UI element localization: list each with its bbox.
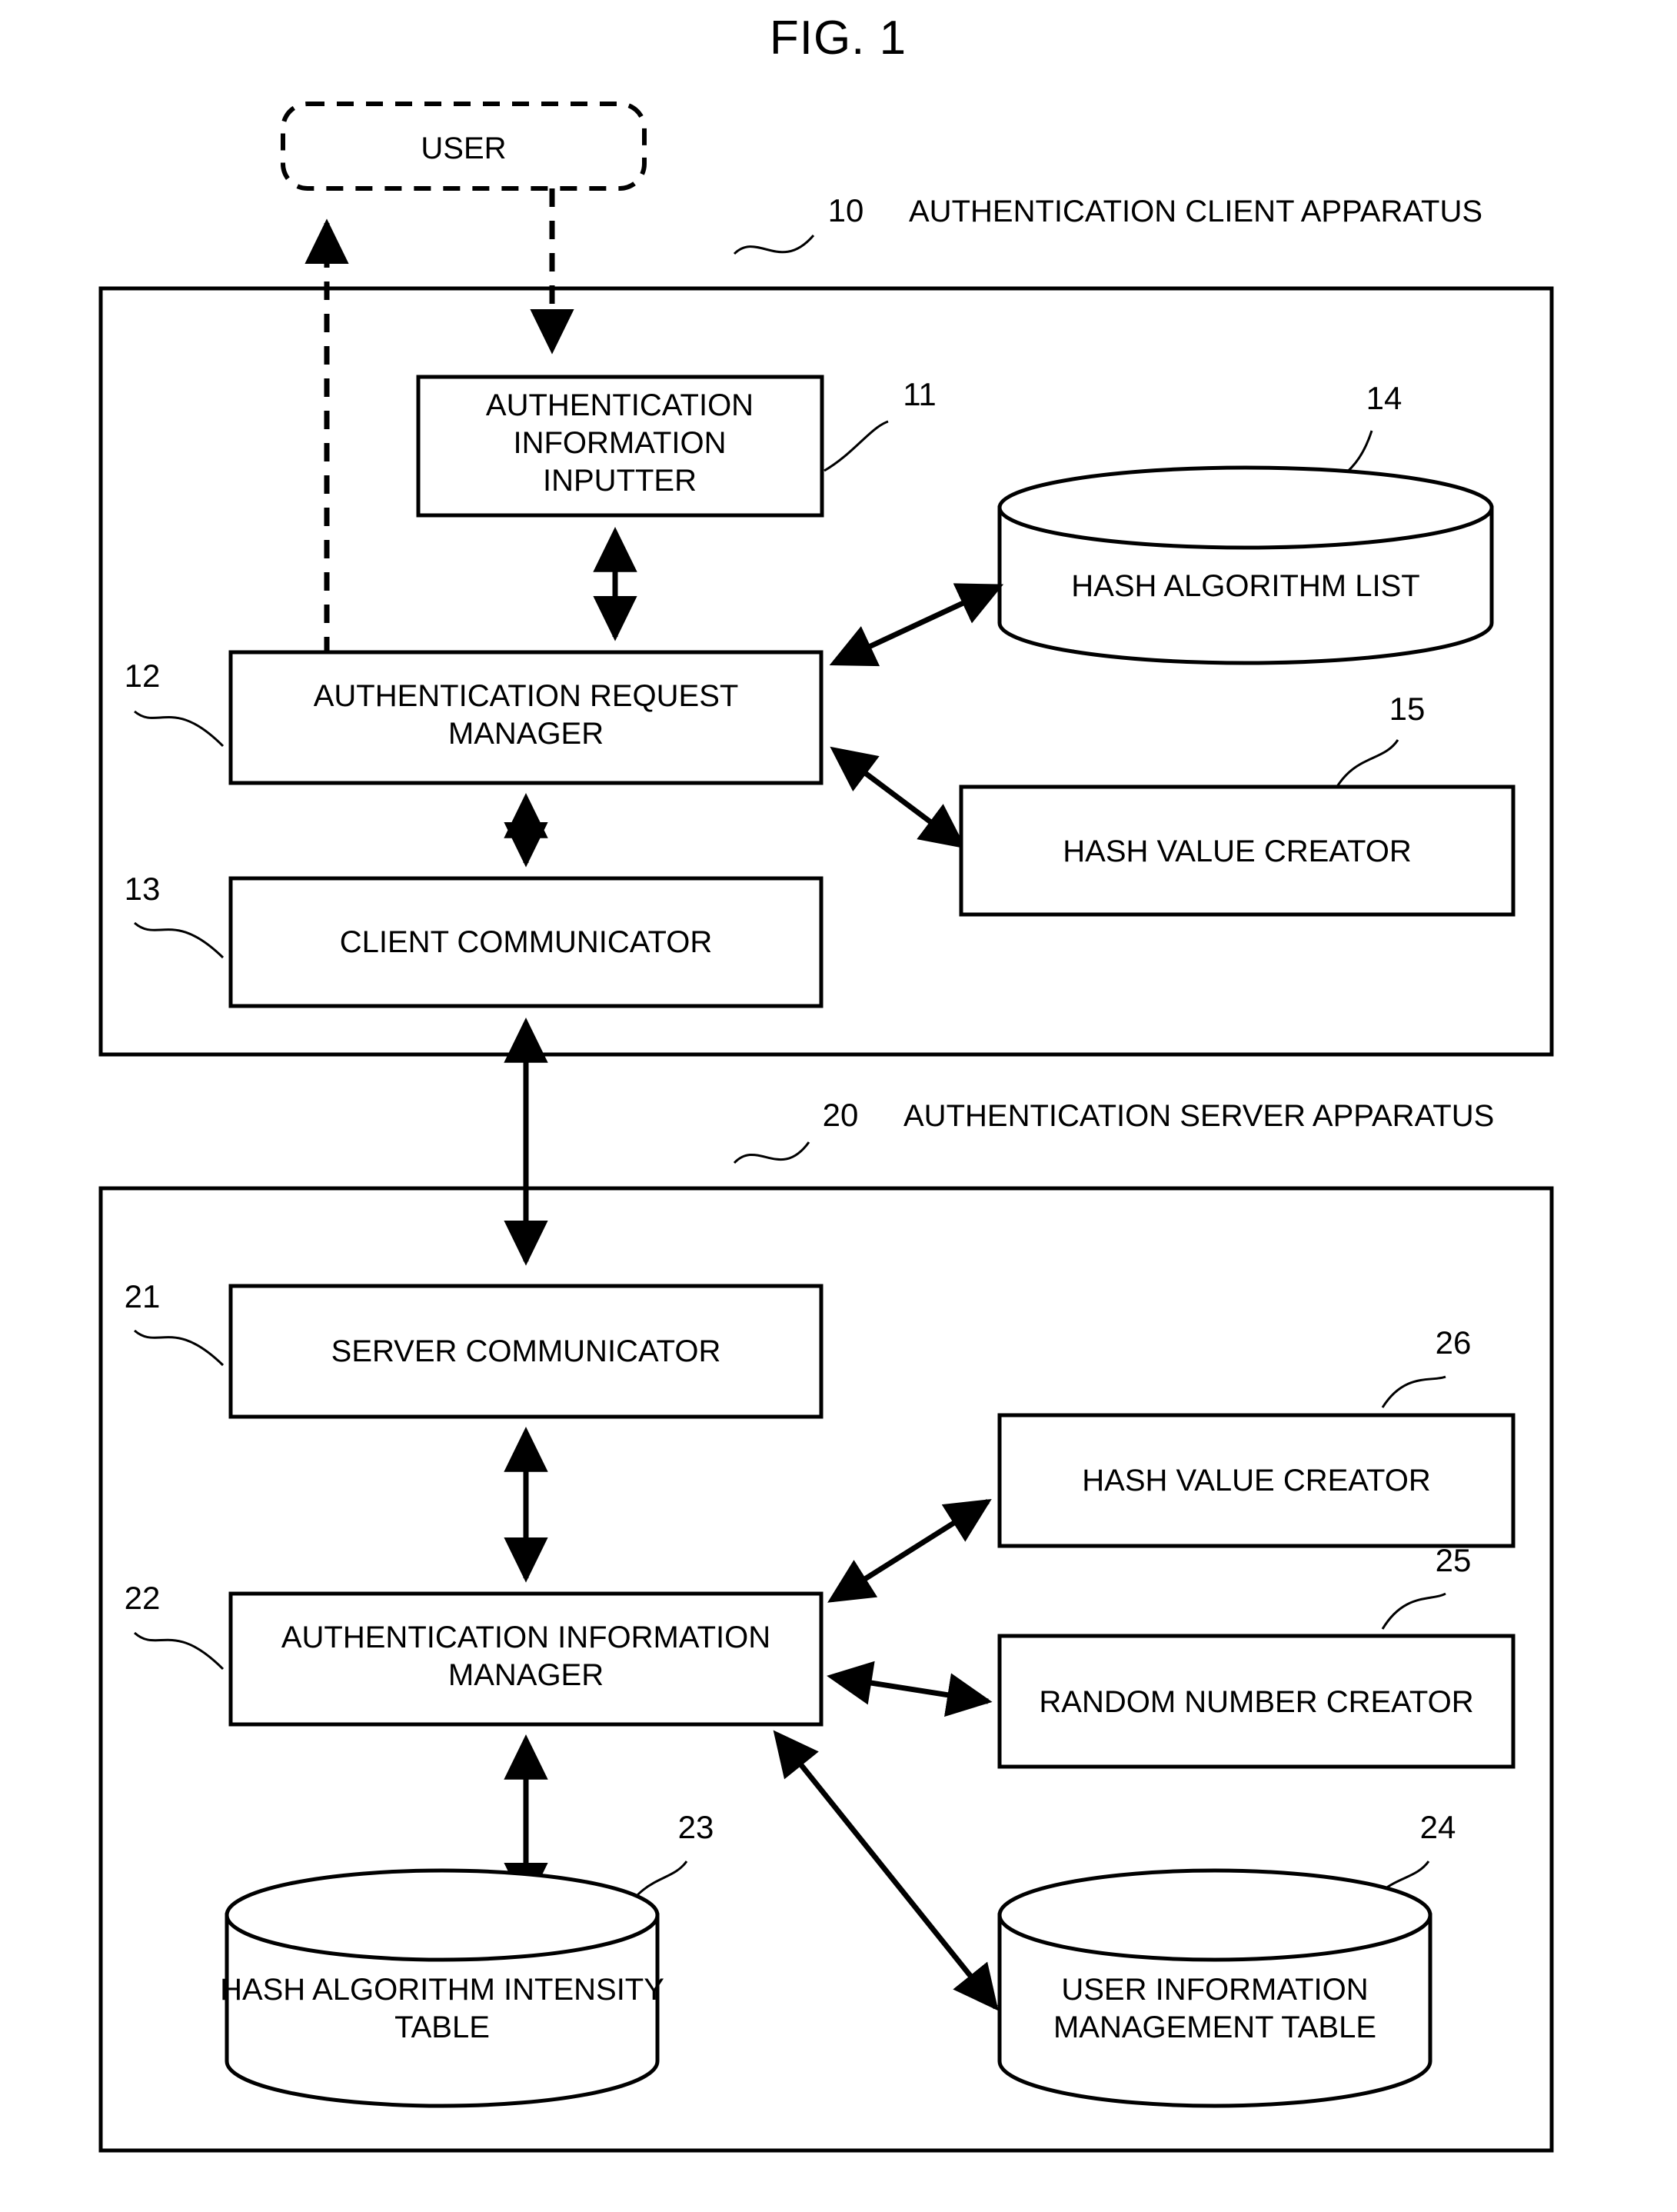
cylinder-hash-algorithm-list: HASH ALGORITHM LIST <box>997 465 1494 665</box>
connector-auth-info-manager-user-information-management-table <box>773 1730 999 2011</box>
figure-title: FIG. 1 <box>770 12 907 65</box>
inputter-leader-line <box>824 420 889 472</box>
connector-manager-hash-value-creator <box>830 746 967 849</box>
client-communicator-leader-line <box>134 921 225 959</box>
authentication-information-manager-label-line1: AUTHENTICATION INFORMATION <box>281 1621 770 1654</box>
hash-algorithm-intensity-table-label-line1: HASH ALGORITHM INTENSITY <box>220 1973 664 2007</box>
server-hash-value-creator-label: HASH VALUE CREATOR <box>1082 1464 1430 1497</box>
inputter-ref: 11 <box>903 376 937 412</box>
authentication-request-manager-label-line1: AUTHENTICATION REQUEST <box>314 679 739 713</box>
hash-algorithm-intensity-table-ref: 23 <box>678 1809 714 1845</box>
authentication-request-manager-label-line2: MANAGER <box>448 717 604 751</box>
server-apparatus-leader-line <box>733 1141 810 1164</box>
user-information-management-table-ref: 24 <box>1420 1809 1456 1845</box>
user-information-management-table-label-line2: MANAGEMENT TABLE <box>1053 2010 1376 2044</box>
server-hash-value-creator-leader-line <box>1381 1375 1446 1408</box>
patent-figure-diagram: FIG. 1 USER 10 AUTHENTICATION CLIENT APP… <box>98 12 1554 2153</box>
hash-algorithm-list-ref: 14 <box>1366 380 1402 416</box>
user-information-management-table-label-line1: USER INFORMATION <box>1061 1973 1368 2007</box>
client-apparatus-leader-line <box>733 235 815 255</box>
figure-root: FIG. 1 USER 10 AUTHENTICATION CLIENT APP… <box>0 0 1677 2212</box>
server-communicator-label: SERVER COMMUNICATOR <box>331 1334 721 1368</box>
server-communicator-ref: 21 <box>125 1278 161 1314</box>
inputter-label-line2: INFORMATION <box>513 426 726 460</box>
random-number-creator-ref: 25 <box>1436 1542 1472 1578</box>
client-communicator-label: CLIENT COMMUNICATOR <box>340 925 712 959</box>
authentication-information-manager-leader-line <box>133 1631 225 1671</box>
authentication-information-manager-ref: 22 <box>125 1580 161 1616</box>
connector-auth-info-manager-random-number-creator <box>827 1661 993 1717</box>
authentication-request-manager-ref: 12 <box>125 658 161 694</box>
hash-algorithm-intensity-table-label-line2: TABLE <box>394 2010 490 2044</box>
random-number-creator-leader-line <box>1381 1592 1446 1630</box>
connector-auth-info-manager-hash-value-creator <box>827 1499 992 1603</box>
random-number-creator-label: RANDOM NUMBER CREATOR <box>1039 1685 1473 1719</box>
authentication-information-manager-label-line2: MANAGER <box>448 1658 604 1692</box>
cylinder-hash-algorithm-intensity-table: HASH ALGORITHM INTENSITY TABLE <box>220 1868 664 2108</box>
server-hash-value-creator-ref: 26 <box>1436 1324 1472 1361</box>
authentication-request-manager-leader-line <box>134 710 225 748</box>
cylinder-user-information-management-table: USER INFORMATION MANAGEMENT TABLE <box>997 1868 1432 2108</box>
connector-manager-hash-algorithm-list <box>829 583 1004 667</box>
user-actor-label: USER <box>421 132 506 165</box>
client-communicator-ref: 13 <box>125 871 161 907</box>
client-apparatus-ref: 10 <box>828 192 864 228</box>
server-apparatus-ref: 20 <box>823 1097 859 1133</box>
server-communicator-leader-line <box>134 1329 225 1367</box>
inputter-label-line1: AUTHENTICATION <box>486 388 754 422</box>
client-hash-value-creator-ref: 15 <box>1389 691 1426 727</box>
server-apparatus-label: AUTHENTICATION SERVER APPARATUS <box>903 1099 1494 1133</box>
inputter-label-line3: INPUTTER <box>543 464 697 498</box>
client-apparatus-label: AUTHENTICATION CLIENT APPARATUS <box>909 195 1482 228</box>
hash-algorithm-list-label: HASH ALGORITHM LIST <box>1071 569 1419 603</box>
client-hash-value-creator-label: HASH VALUE CREATOR <box>1063 834 1411 868</box>
